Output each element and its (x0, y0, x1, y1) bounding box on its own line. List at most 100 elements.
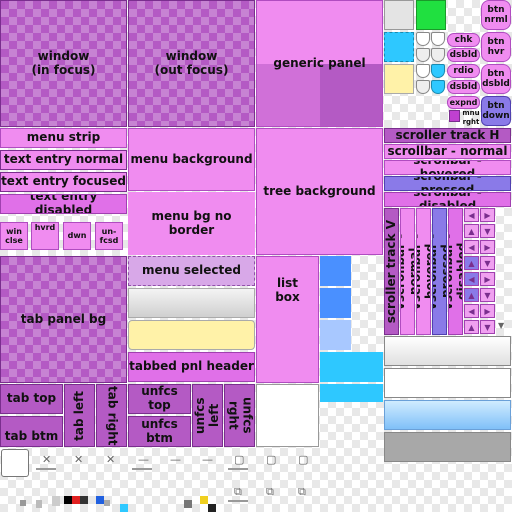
tab-unfocused-top[interactable]: unfcs top (128, 384, 191, 414)
color-dot-blue (96, 496, 104, 504)
list-item-faded[interactable] (320, 320, 351, 350)
tab-unfocused-left[interactable]: unfcs left (192, 384, 223, 447)
close-icon-hover[interactable]: ✕ (74, 454, 83, 465)
checkbox-disabled-label: dsbld (447, 48, 480, 62)
scroll-down-arrow-icon[interactable]: ▼ (480, 224, 495, 238)
color-dot-dark (80, 496, 88, 504)
color-dot-lightgray (36, 500, 42, 508)
maximize-icon[interactable]: ▢ (234, 454, 244, 465)
tab-right[interactable]: tab right (96, 384, 127, 447)
maximize-icon-pressed[interactable]: ▢ (298, 454, 308, 465)
scroll-down-arrow-end-icon: ▼ (480, 320, 495, 334)
radio-icon[interactable] (416, 64, 430, 78)
expand-button[interactable]: expnd (447, 96, 480, 109)
tab-left-label: tab left (71, 390, 86, 441)
minimize-icon[interactable]: — (138, 454, 149, 465)
tab-panel-background: tab panel bg (0, 256, 127, 383)
scroll-right-arrow-icon[interactable]: ▶ (480, 208, 495, 222)
text-entry-normal[interactable]: text entry normal (0, 150, 127, 170)
white-panel (256, 384, 319, 447)
checkbox-icon[interactable] (416, 32, 430, 46)
vscrollbar-disabled-label: vscrollbar - disabled (448, 233, 463, 310)
tab-unfocused-right[interactable]: unfcs rght (224, 384, 255, 447)
window-close-button[interactable]: win clse (0, 222, 28, 250)
color-dot-darkgray (184, 500, 192, 508)
scroll-up-arrow-end-icon: ▲ (464, 320, 479, 334)
button-hover[interactable]: btn hvr (481, 32, 511, 62)
checkbox-disabled-icon-alt (431, 48, 445, 62)
checkbox-icon-alt[interactable] (431, 32, 445, 46)
textbox-background (384, 336, 511, 366)
progress-bar-fill (384, 400, 511, 430)
close-icon[interactable]: ✕ (42, 454, 51, 465)
window-out-focus-panel: window (out focus) (128, 0, 255, 127)
window-button-hovered[interactable]: hvrd (31, 222, 59, 250)
progress-bar-track (384, 432, 511, 462)
button-down[interactable]: btn down (481, 96, 511, 126)
button-normal[interactable]: btn nrml (481, 0, 511, 30)
restore-icon-hover[interactable]: ⧉ (266, 486, 274, 497)
radio-disabled-checked-icon (431, 80, 445, 94)
scrollbar-hovered[interactable]: scrollbar - hovered (384, 160, 511, 175)
tab-unfocused-bottom[interactable]: unfcs btm (128, 416, 191, 447)
vscrollbar-pressed[interactable]: vscrollbar - pressed (432, 208, 447, 335)
restore-icon[interactable]: ⧉ (234, 486, 242, 497)
scroll-left-arrow-disabled-icon: ◀ (464, 304, 479, 318)
vscrollbar-hovered[interactable]: vscrollbar - hovered (416, 208, 431, 335)
scroll-left-arrow-icon[interactable]: ◀ (464, 208, 479, 222)
gradient-bar (128, 288, 255, 318)
tooltip-background (128, 320, 255, 350)
scroll-up-arrow-icon[interactable]: ▲ (464, 224, 479, 238)
scrollbar-normal[interactable]: scrollbar - normal (384, 144, 511, 159)
close-icon-pressed[interactable]: ✕ (106, 454, 115, 465)
window-button-unfocused: un- fcsd (95, 222, 123, 250)
color-dot-yellow (200, 496, 208, 504)
window-button-down[interactable]: dwn (63, 222, 91, 250)
scroller-track-h: scroller track H (384, 128, 511, 143)
scroll-up-arrow-pressed-icon[interactable]: ▲ (464, 256, 479, 270)
tab-unfocused-right-label: unfcs rght (226, 397, 255, 434)
scroll-right-arrow-hover-icon[interactable]: ▶ (480, 240, 495, 254)
scroll-right-arrow-disabled-icon: ▶ (480, 304, 495, 318)
list-item-highlight-alt[interactable] (320, 384, 383, 402)
scroll-left-arrow-hover-icon[interactable]: ◀ (464, 240, 479, 254)
menu-strip: menu strip (0, 128, 127, 148)
menu-right-label: mnu rght (462, 109, 480, 126)
text-entry-focused[interactable]: text entry focused (0, 172, 127, 192)
minimize-underline-decoration (132, 468, 152, 470)
restore-icon-pressed[interactable]: ⧉ (298, 486, 306, 497)
color-dot-silver (52, 496, 60, 506)
expand-arrow-icon[interactable] (449, 110, 460, 122)
swatch-gray (384, 0, 414, 30)
vscrollbar-pressed-label: vscrollbar - pressed (432, 233, 447, 310)
tab-bottom[interactable]: tab btm (0, 416, 63, 447)
vscrollbar-normal-label: vscrollbar - normal (400, 233, 415, 310)
tabbed-panel-header: tabbed pnl header (128, 352, 255, 382)
list-item-selected[interactable] (320, 256, 351, 286)
scroll-left-arrow-pressed-icon[interactable]: ◀ (464, 272, 479, 286)
menu-selected: menu selected (128, 256, 255, 286)
scroller-track-v: scroller track V (384, 208, 399, 335)
vscrollbar-normal[interactable]: vscrollbar - normal (400, 208, 415, 335)
maximize-underline-decoration (228, 468, 248, 470)
maximize-icon-hover[interactable]: ▢ (266, 454, 276, 465)
scroll-down-arrow-pressed-icon[interactable]: ▼ (480, 256, 495, 270)
scroll-down-arrow-disabled-icon: ▼ (480, 288, 495, 302)
scrollbar-disabled: scrollbar - disabled (384, 192, 511, 207)
tab-unfocused-left-label: unfcs left (192, 397, 221, 434)
color-dot-black (64, 496, 72, 504)
list-item-selected-alt[interactable] (320, 288, 351, 318)
color-dot-black-2 (208, 504, 216, 512)
close-underline-decoration (36, 468, 56, 470)
scrollbar-pressed[interactable]: scrollbar - pressed (384, 176, 511, 191)
scroll-right-arrow-pressed-icon[interactable]: ▶ (480, 272, 495, 286)
tab-top[interactable]: tab top (0, 384, 63, 414)
color-dot-gray (20, 500, 26, 506)
minimize-icon-hover[interactable]: — (170, 454, 181, 465)
menu-background: menu background (128, 128, 255, 191)
menu-bg-no-border: menu bg no border (128, 192, 255, 255)
list-item-highlight[interactable] (320, 352, 383, 382)
minimize-icon-pressed[interactable]: — (202, 454, 213, 465)
radio-checked-icon[interactable] (431, 64, 445, 78)
tab-left[interactable]: tab left (64, 384, 95, 447)
